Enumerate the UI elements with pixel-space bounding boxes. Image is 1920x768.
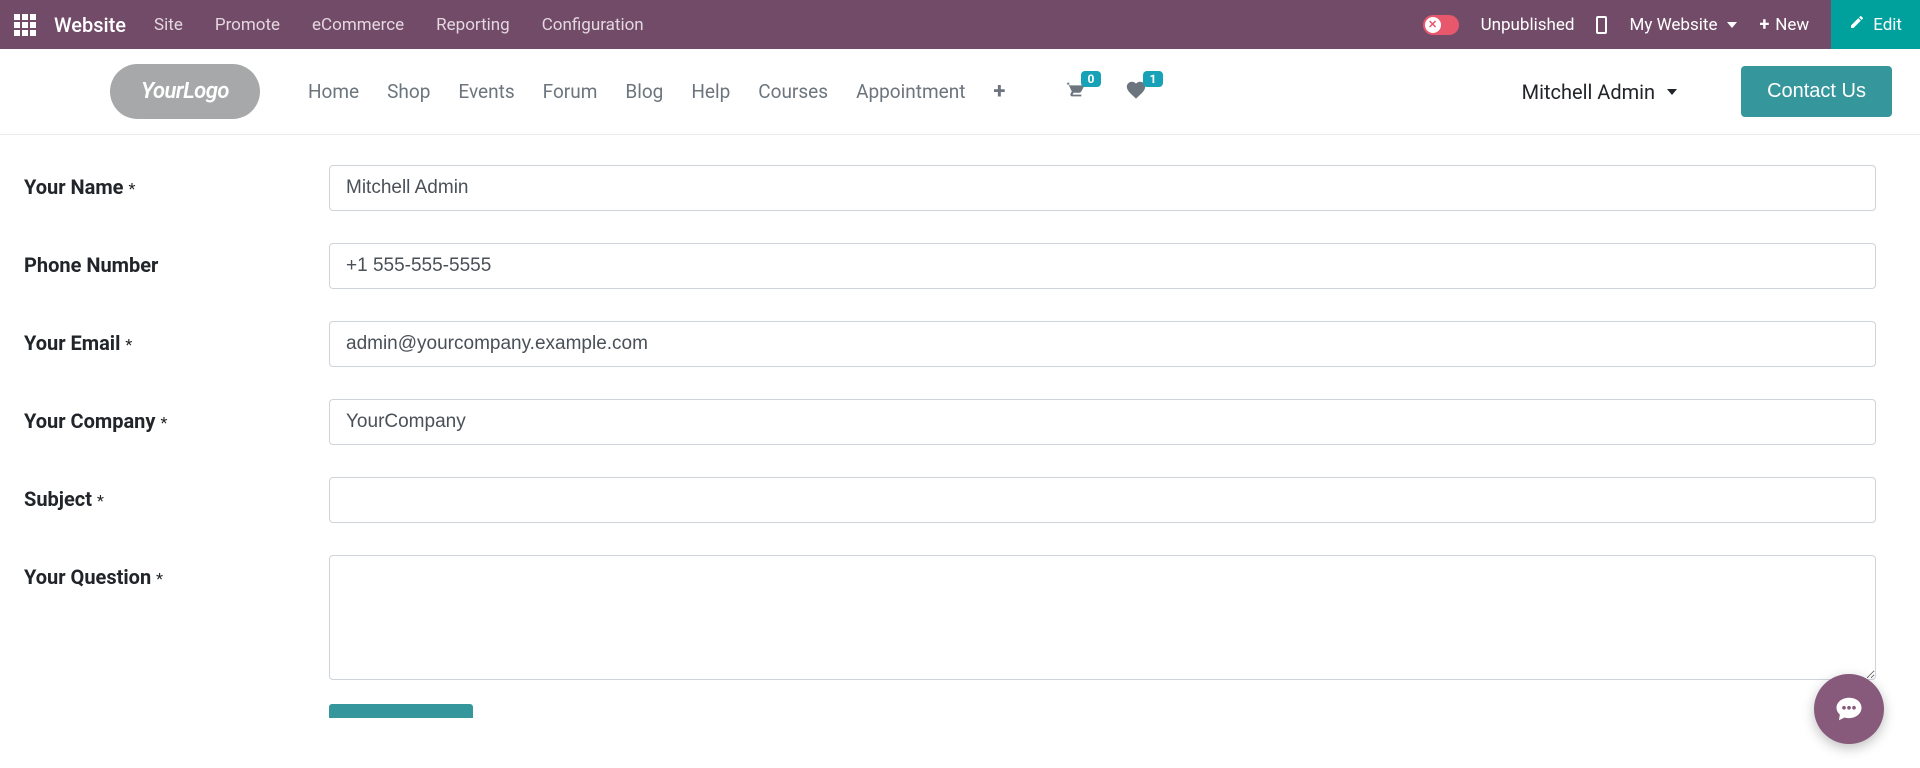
user-menu-label: Mitchell Admin — [1522, 80, 1655, 104]
edit-button[interactable]: Edit — [1831, 0, 1920, 49]
label-text: Phone Number — [24, 253, 158, 277]
nav-link-appointment[interactable]: Appointment — [856, 80, 965, 103]
label-your-company: Your Company * — [24, 399, 329, 433]
plus-icon: + — [1759, 14, 1769, 35]
admin-menu-configuration[interactable]: Configuration — [542, 15, 644, 35]
apps-icon[interactable] — [14, 14, 36, 36]
submit-button[interactable] — [329, 704, 473, 718]
input-subject[interactable] — [329, 477, 1876, 523]
input-your-name[interactable] — [329, 165, 1876, 211]
close-icon: ✕ — [1425, 17, 1441, 33]
label-subject: Subject * — [24, 477, 329, 511]
mobile-preview-button[interactable] — [1596, 16, 1607, 34]
nav-link-shop[interactable]: Shop — [387, 80, 430, 103]
contact-form: Your Name * Phone Number Your Email * Yo… — [0, 135, 1920, 738]
label-your-name: Your Name * — [24, 165, 329, 199]
label-phone-number: Phone Number — [24, 243, 329, 277]
label-your-question: Your Question * — [24, 555, 329, 589]
app-brand[interactable]: Website — [54, 13, 126, 37]
cart-badge: 0 — [1081, 71, 1102, 87]
publish-toggle[interactable]: ✕ — [1423, 15, 1459, 35]
user-menu[interactable]: Mitchell Admin — [1522, 80, 1677, 104]
input-your-company[interactable] — [329, 399, 1876, 445]
nav-link-blog[interactable]: Blog — [625, 80, 663, 103]
label-text: Subject — [24, 487, 92, 511]
label-text: Your Name — [24, 175, 123, 199]
mobile-icon — [1596, 16, 1607, 34]
publish-status[interactable]: Unpublished — [1481, 15, 1575, 35]
edit-button-label: Edit — [1873, 15, 1902, 35]
admin-top-bar: Website Site Promote eCommerce Reporting… — [0, 0, 1920, 49]
nav-links: Home Shop Events Forum Blog Help Courses… — [308, 80, 965, 103]
admin-menu-site[interactable]: Site — [154, 15, 183, 35]
input-your-email[interactable] — [329, 321, 1876, 367]
label-text: Your Email — [24, 331, 120, 355]
new-button[interactable]: + New — [1759, 14, 1809, 35]
nav-link-courses[interactable]: Courses — [758, 80, 828, 103]
admin-menu-promote[interactable]: Promote — [215, 15, 280, 35]
wishlist-button[interactable]: 1 — [1125, 79, 1147, 105]
website-selector-label: My Website — [1629, 15, 1717, 35]
admin-menu: Site Promote eCommerce Reporting Configu… — [154, 15, 644, 35]
new-button-label: New — [1775, 15, 1809, 35]
admin-menu-reporting[interactable]: Reporting — [436, 15, 510, 35]
chevron-down-icon — [1667, 89, 1677, 95]
chevron-down-icon — [1727, 22, 1737, 28]
nav-add-button[interactable]: + — [993, 79, 1005, 104]
nav-link-events[interactable]: Events — [458, 80, 514, 103]
label-your-email: Your Email * — [24, 321, 329, 355]
website-selector[interactable]: My Website — [1629, 15, 1737, 35]
wishlist-badge: 1 — [1143, 71, 1164, 87]
live-chat-button[interactable] — [1814, 674, 1884, 744]
pencil-icon — [1849, 14, 1865, 35]
nav-link-help[interactable]: Help — [691, 80, 730, 103]
cart-button[interactable]: 0 — [1063, 79, 1085, 105]
label-text: Your Company — [24, 409, 155, 433]
site-navbar: YourLogo Home Shop Events Forum Blog Hel… — [0, 49, 1920, 135]
chat-icon — [1834, 694, 1864, 724]
site-logo[interactable]: YourLogo — [110, 64, 260, 119]
input-phone-number[interactable] — [329, 243, 1876, 289]
admin-menu-ecommerce[interactable]: eCommerce — [312, 15, 404, 35]
nav-link-forum[interactable]: Forum — [543, 80, 598, 103]
label-text: Your Question — [24, 565, 151, 589]
nav-link-home[interactable]: Home — [308, 80, 359, 103]
contact-us-button[interactable]: Contact Us — [1741, 66, 1892, 117]
textarea-your-question[interactable] — [329, 555, 1876, 680]
